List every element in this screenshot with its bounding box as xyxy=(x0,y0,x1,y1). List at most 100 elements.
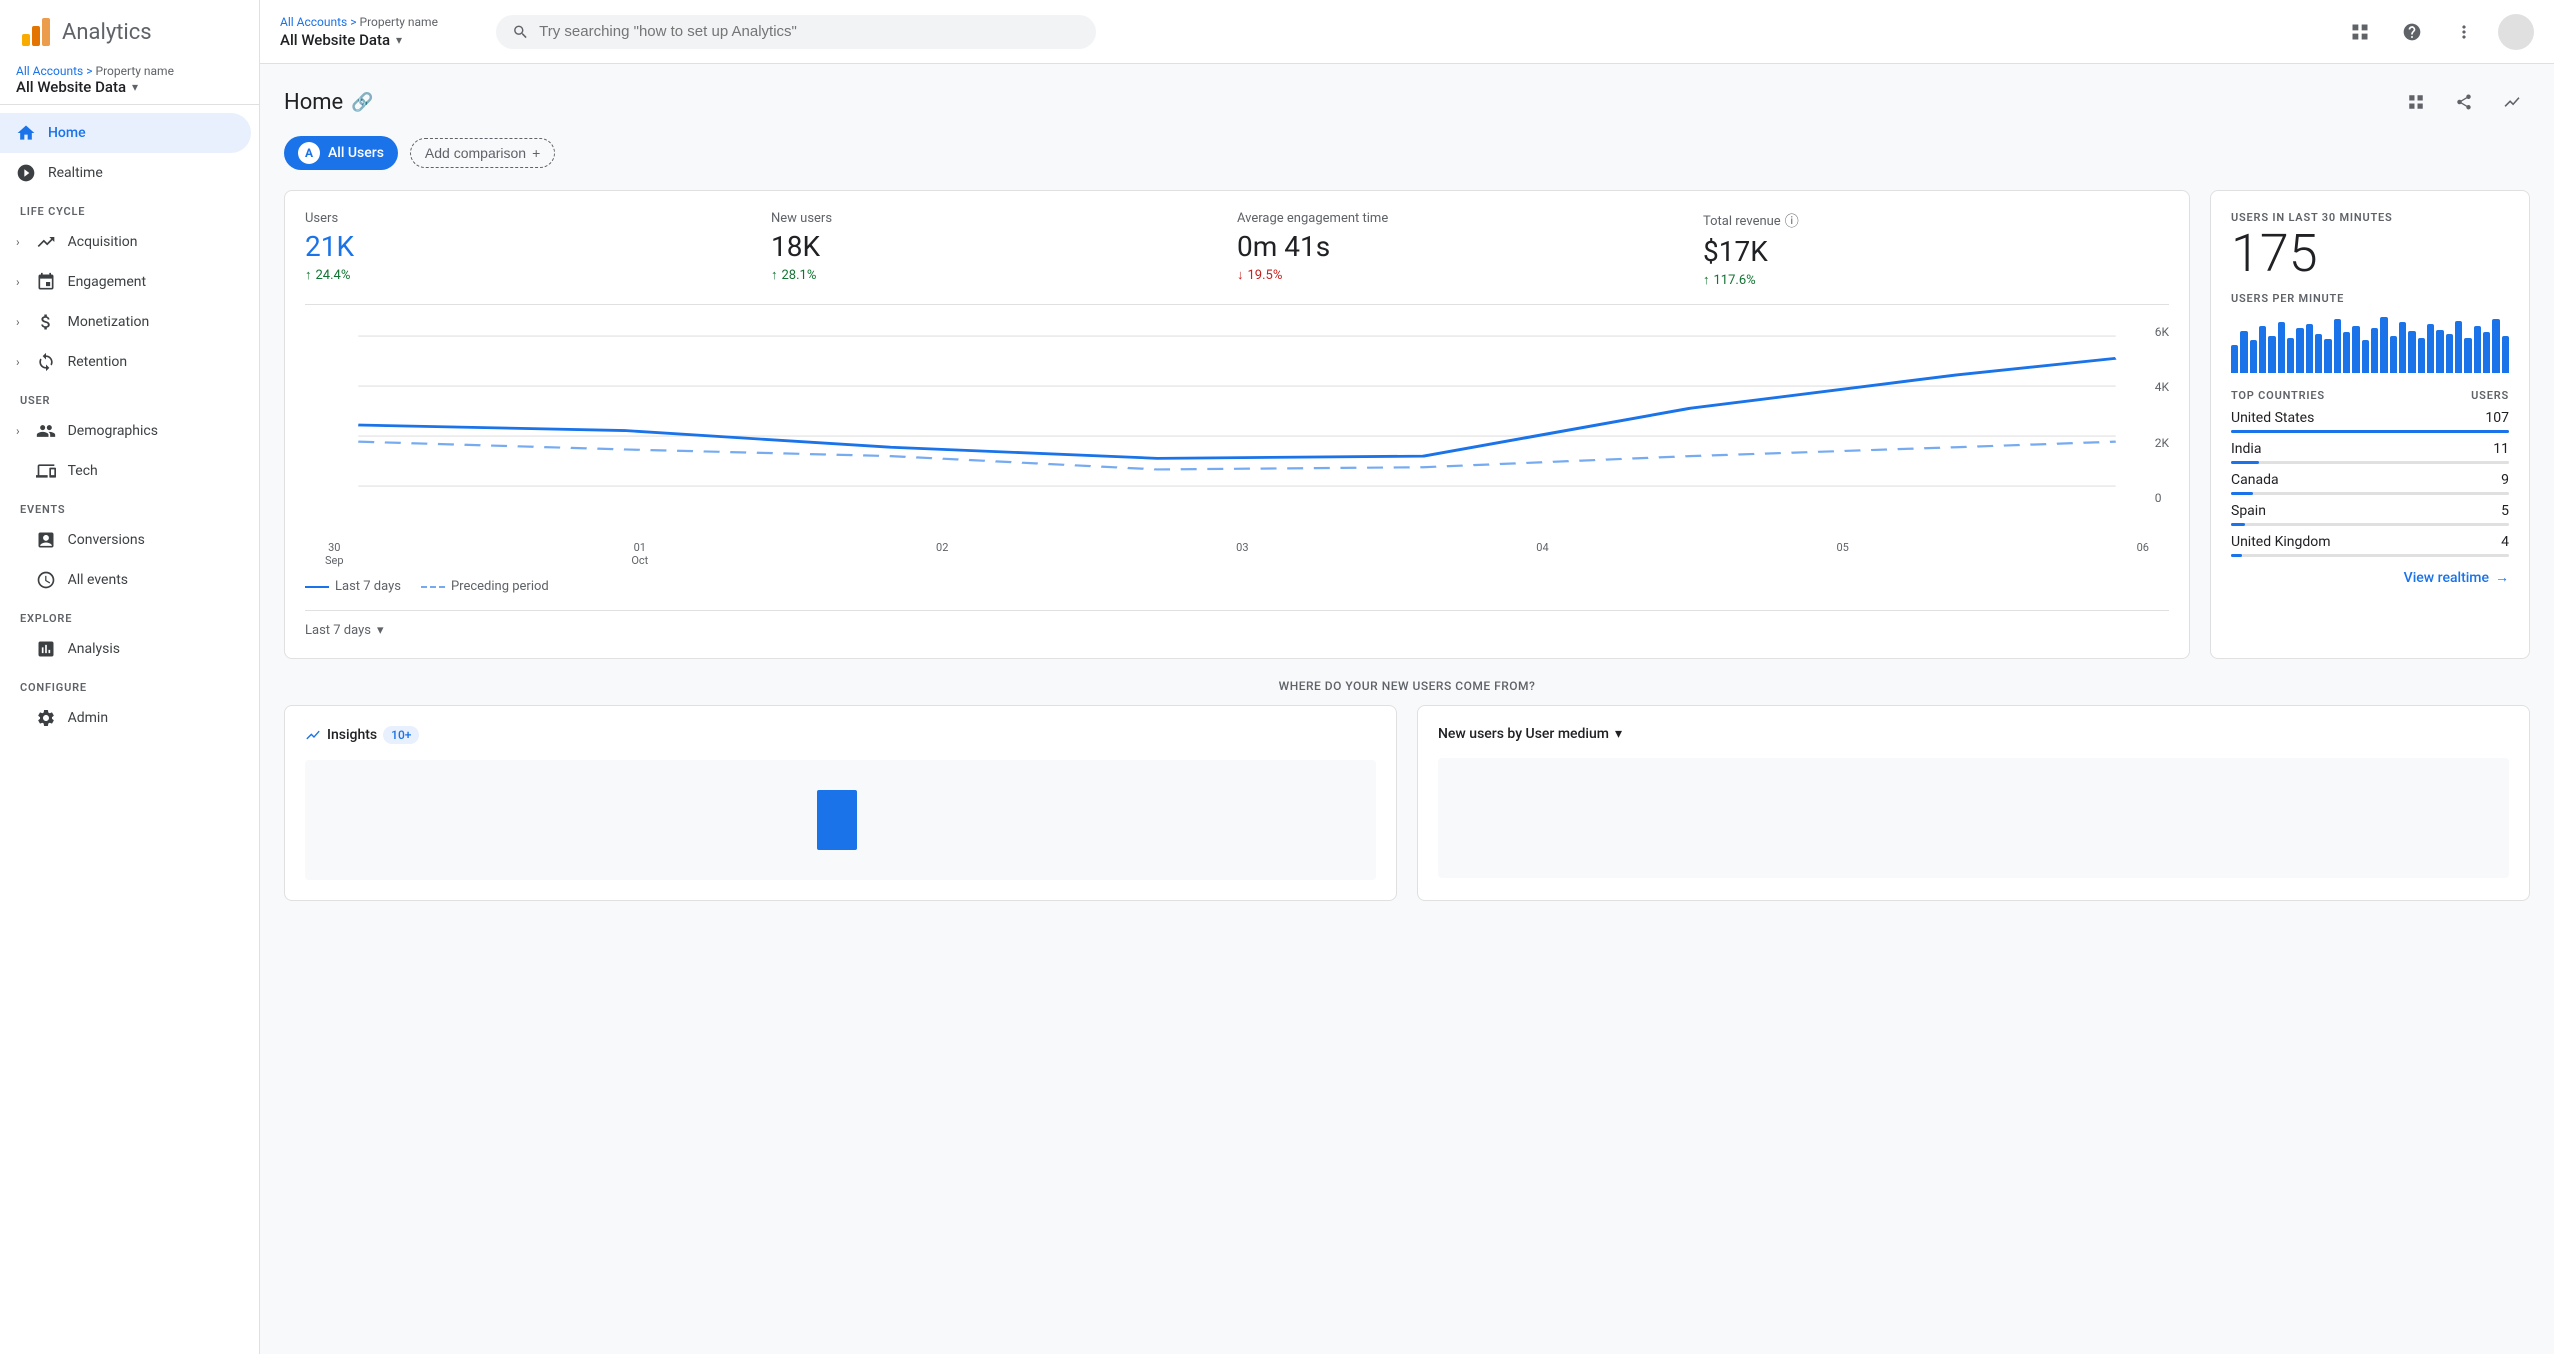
where-from-label: WHERE DO YOUR NEW USERS COME FROM? xyxy=(284,679,2530,693)
retention-icon xyxy=(36,352,56,372)
topbar-breadcrumb: All Accounts > Property name xyxy=(280,15,460,29)
bottom-grid: Insights 10+ New users by User medium ▾ xyxy=(284,705,2530,901)
sidebar-realtime-label: Realtime xyxy=(48,165,103,181)
topbar-accounts[interactable]: All Accounts xyxy=(280,15,347,29)
customize-dashboard-button[interactable] xyxy=(2398,84,2434,120)
country-count: 5 xyxy=(2501,503,2509,519)
user-avatar[interactable] xyxy=(2498,14,2534,50)
bar xyxy=(2446,334,2453,373)
sidebar-item-acquisition[interactable]: › Acquisition xyxy=(0,222,251,262)
user-section-label: USER xyxy=(0,382,259,411)
sidebar-item-all-events[interactable]: › All events xyxy=(0,560,251,600)
sidebar-item-analysis[interactable]: › Analysis xyxy=(0,629,251,669)
new-users-metric: New users 18K ↑ 28.1% xyxy=(771,211,1237,288)
new-users-medium-label: New users by User medium xyxy=(1438,726,1609,742)
all-users-label: All Users xyxy=(328,145,384,161)
users-col-label: USERS xyxy=(2471,389,2509,402)
country-row: United Kingdom 4 xyxy=(2231,534,2509,557)
grid-icon[interactable] xyxy=(2342,14,2378,50)
sidebar-all-events-label: All events xyxy=(68,572,128,588)
help-icon[interactable] xyxy=(2394,14,2430,50)
xaxis-06: 06 xyxy=(2137,541,2149,567)
yaxis-6k: 6K xyxy=(2155,325,2169,339)
xaxis-02: 02 xyxy=(936,541,948,567)
country-count: 9 xyxy=(2501,472,2509,488)
users-change-value: 24.4% xyxy=(316,268,351,283)
sidebar-home-label: Home xyxy=(48,125,86,141)
bar xyxy=(2306,324,2313,373)
sidebar-item-admin[interactable]: › Admin xyxy=(0,698,251,738)
users-metric-change: ↑ 24.4% xyxy=(305,267,755,283)
sidebar-conversions-label: Conversions xyxy=(68,532,145,548)
avg-engagement-change-value: 19.5% xyxy=(1248,268,1283,283)
events-section-label: EVENTS xyxy=(0,491,259,520)
sidebar-item-tech[interactable]: › Tech xyxy=(0,451,251,491)
yaxis-2k: 2K xyxy=(2155,436,2169,450)
yaxis-4k: 4K xyxy=(2155,380,2169,394)
sidebar-admin-label: Admin xyxy=(68,710,108,726)
app-title: Analytics xyxy=(62,20,152,45)
bar xyxy=(2390,336,2397,373)
country-bar-fill xyxy=(2231,554,2242,557)
add-comparison-button[interactable]: Add comparison + xyxy=(410,138,555,168)
sidebar-header: Analytics xyxy=(0,0,259,64)
country-name: United States xyxy=(2231,410,2314,426)
property-chevron-icon: ▾ xyxy=(132,80,138,94)
country-count: 4 xyxy=(2501,534,2509,550)
bar xyxy=(2474,326,2481,373)
search-input[interactable] xyxy=(539,23,1080,40)
analytics-logo-icon xyxy=(20,16,52,48)
admin-icon xyxy=(36,708,56,728)
date-range-chevron-icon: ▾ xyxy=(377,623,384,638)
bottom-section: WHERE DO YOUR NEW USERS COME FROM? Insig… xyxy=(284,679,2530,901)
top-countries-label: TOP COUNTRIES xyxy=(2231,389,2325,402)
insights-card: Insights 10+ xyxy=(284,705,1397,901)
bar xyxy=(2418,338,2425,373)
xaxis-04: 04 xyxy=(1536,541,1548,567)
bar xyxy=(2371,328,2378,373)
bar xyxy=(2278,322,2285,373)
chart-legend: Last 7 days Preceding period xyxy=(305,579,2169,594)
total-revenue-metric-label: Total revenue ⓘ xyxy=(1703,211,2153,231)
topbar-property-selector[interactable]: All Website Data ▾ xyxy=(280,31,460,49)
sidebar-item-monetization[interactable]: › Monetization xyxy=(0,302,251,342)
sidebar-analysis-label: Analysis xyxy=(68,641,120,657)
bar xyxy=(2362,340,2369,373)
view-realtime-link[interactable]: View realtime → xyxy=(2231,569,2509,586)
total-revenue-change-arrow: ↑ xyxy=(1703,272,1710,288)
line-chart-svg xyxy=(305,325,2169,525)
date-range-label: Last 7 days xyxy=(305,623,371,638)
bar xyxy=(2464,338,2471,373)
engagement-expand-icon: › xyxy=(16,275,20,289)
total-revenue-metric-value: $17K xyxy=(1703,235,2153,268)
sidebar-item-demographics[interactable]: › Demographics xyxy=(0,411,251,451)
home-icon xyxy=(16,123,36,143)
more-options-icon[interactable] xyxy=(2446,14,2482,50)
analytics-button[interactable] xyxy=(2494,84,2530,120)
sidebar-item-realtime[interactable]: Realtime xyxy=(0,153,251,193)
legend-current-line xyxy=(305,586,329,588)
page-content: Home 🔗 A All Users Add xyxy=(260,64,2554,1354)
breadcrumb-property[interactable]: Property name xyxy=(96,64,174,78)
sidebar-item-engagement[interactable]: › Engagement xyxy=(0,262,251,302)
topbar-property[interactable]: Property name xyxy=(360,15,438,29)
explore-section-label: EXPLORE xyxy=(0,600,259,629)
sidebar-item-home[interactable]: Home xyxy=(0,113,251,153)
legend-preceding-item: Preceding period xyxy=(421,579,549,594)
main-content: All Accounts > Property name All Website… xyxy=(260,0,2554,1354)
topbar-property-chevron-icon: ▾ xyxy=(396,33,402,47)
page-title-link-icon[interactable]: 🔗 xyxy=(351,92,373,113)
property-name: All Website Data xyxy=(16,78,126,96)
country-row: India 11 xyxy=(2231,441,2509,464)
total-revenue-info-icon[interactable]: ⓘ xyxy=(1785,211,1799,231)
chart-date-range[interactable]: Last 7 days ▾ xyxy=(305,610,2169,638)
avg-engagement-change-arrow: ↓ xyxy=(1237,267,1244,283)
search-bar xyxy=(496,15,1096,49)
all-users-filter[interactable]: A All Users xyxy=(284,136,398,170)
sidebar-item-conversions[interactable]: › Conversions xyxy=(0,520,251,560)
sidebar-item-retention[interactable]: › Retention xyxy=(0,342,251,382)
share-button[interactable] xyxy=(2446,84,2482,120)
property-selector[interactable]: All Website Data ▾ xyxy=(16,78,243,96)
breadcrumb-accounts[interactable]: All Accounts xyxy=(16,64,83,78)
legend-current-item: Last 7 days xyxy=(305,579,401,594)
